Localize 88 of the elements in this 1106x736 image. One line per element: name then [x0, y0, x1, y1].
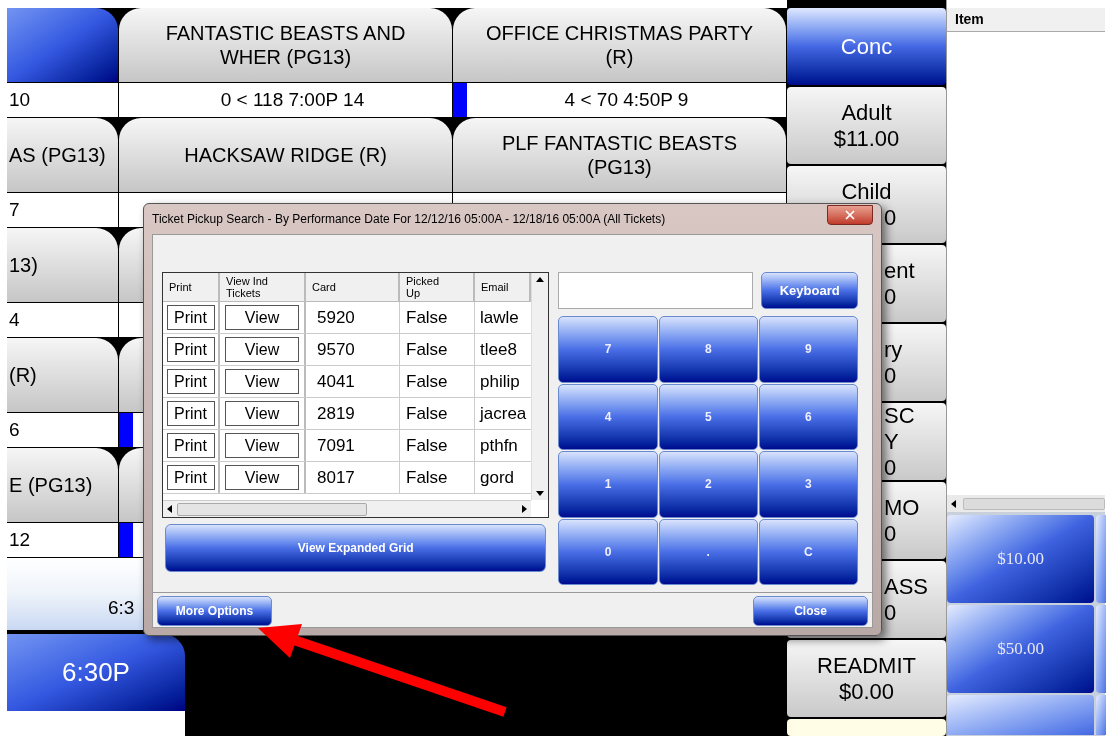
tender-button[interactable]: [1096, 515, 1106, 603]
column-header: Item: [947, 8, 1105, 32]
movie-tile[interactable]: AS (PG13): [7, 118, 118, 192]
showtime-info-cell: 6: [7, 413, 118, 447]
view-button[interactable]: View: [225, 369, 299, 394]
keypad-key[interactable]: C: [758, 518, 858, 585]
column-header[interactable]: Card: [306, 273, 400, 301]
showtime-info-cell: 12: [7, 523, 118, 557]
table-cell-text: lawle: [479, 306, 520, 329]
movie-tile[interactable]: PLF FANTASTIC BEASTS (PG13): [453, 118, 786, 192]
scroll-left-icon[interactable]: [949, 498, 959, 509]
more-options-button[interactable]: More Options: [157, 595, 272, 626]
showtime-info-cell: 4 < 70 4:50P 9: [453, 83, 786, 117]
view-button[interactable]: View: [225, 433, 299, 458]
showtime-label: 6:3: [108, 595, 135, 620]
showtime-info-cell: 10: [7, 83, 118, 117]
print-button[interactable]: Print: [166, 401, 215, 426]
keyboard-button[interactable]: Keyboard: [761, 272, 858, 309]
table-cell: 7091: [306, 430, 400, 461]
print-button[interactable]: Print: [166, 305, 215, 330]
print-button[interactable]: Print: [166, 337, 215, 362]
tender-button[interactable]: $10.00: [947, 515, 1094, 603]
keypad-key[interactable]: 3: [758, 451, 858, 518]
horizontal-scrollbar[interactable]: [947, 495, 1105, 512]
table-cell: False: [400, 302, 475, 333]
keypad-key[interactable]: .: [658, 518, 758, 585]
table-cell-text: jacrea: [478, 402, 528, 425]
keypad-key[interactable]: 1: [558, 451, 658, 518]
tender-button[interactable]: $50.00: [947, 605, 1094, 693]
keypad-key[interactable]: 9: [758, 316, 858, 383]
vertical-scrollbar[interactable]: [531, 273, 549, 500]
search-field[interactable]: [558, 272, 754, 309]
horizontal-scrollbar[interactable]: [163, 500, 532, 517]
showtime-info-cell: 0 < 118 7:00P 14: [119, 83, 452, 117]
tender-button[interactable]: [1096, 605, 1106, 693]
ticket-type-button[interactable]: READMIT $0.00: [787, 640, 946, 717]
ticket-type-button[interactable]: Conc: [787, 8, 946, 85]
showtime-info-cell: 7: [7, 193, 118, 227]
movie-tile[interactable]: FANTASTIC BEASTS AND WHER (PG13): [119, 8, 452, 82]
keypad-key[interactable]: 8: [658, 316, 758, 383]
view-button[interactable]: View: [225, 401, 299, 426]
movie-tile[interactable]: 13): [7, 228, 118, 302]
table-cell: False: [400, 398, 475, 429]
movie-tile[interactable]: [7, 8, 118, 82]
table-cell: 2819: [306, 398, 400, 429]
showtime-info-cell: 4: [7, 303, 118, 337]
print-button[interactable]: Print: [166, 369, 215, 394]
close-icon: [843, 208, 857, 222]
table-cell: 8017: [306, 462, 400, 493]
scroll-up-icon[interactable]: [535, 275, 546, 285]
print-button[interactable]: Print: [166, 433, 215, 458]
table-cell: 9570: [306, 334, 400, 365]
table-cell-text: gord: [479, 466, 516, 489]
keypad-key[interactable]: 0: [558, 518, 658, 585]
print-button[interactable]: Print: [166, 465, 215, 490]
view-expanded-grid-button[interactable]: View Expanded Grid: [165, 524, 547, 572]
view-button[interactable]: View: [225, 465, 299, 490]
movie-tile[interactable]: HACKSAW RIDGE (R): [119, 118, 452, 192]
column-header[interactable]: Print: [163, 273, 220, 301]
movie-tile[interactable]: (R): [7, 338, 118, 412]
table-cell: False: [400, 366, 475, 397]
scroll-left-icon[interactable]: [165, 504, 175, 514]
table-cell: 5920: [306, 302, 400, 333]
keypad-key[interactable]: 2: [658, 451, 758, 518]
column-header[interactable]: Picked Up: [400, 273, 475, 301]
keypad-key[interactable]: 5: [658, 383, 758, 450]
scroll-down-icon[interactable]: [535, 488, 546, 498]
table-cell: False: [400, 462, 475, 493]
showtime-button[interactable]: 6:30P: [7, 634, 185, 711]
movie-tile[interactable]: OFFICE CHRISTMAS PARTY (R): [453, 8, 786, 82]
tender-button[interactable]: [947, 695, 1094, 735]
table-cell-text: philip: [479, 370, 521, 393]
keypad-key[interactable]: 6: [758, 383, 858, 450]
ticket-type-button[interactable]: Adult $11.00: [787, 87, 946, 164]
window-title: Ticket Pickup Search - By Performance Date For 12/12/16 05:00A - 12/18/16 05:00A (All Tickets): [152, 211, 666, 228]
keypad-key[interactable]: 4: [558, 383, 658, 450]
close-button[interactable]: [827, 205, 873, 225]
view-button[interactable]: View: [225, 337, 299, 362]
view-button[interactable]: View: [225, 305, 299, 330]
table-cell-text: pthfn: [479, 434, 519, 457]
table-cell: False: [400, 334, 475, 365]
close-button[interactable]: Close: [753, 595, 868, 626]
column-header[interactable]: View Ind Tickets: [220, 273, 306, 301]
tender-button[interactable]: [1096, 695, 1106, 735]
table-cell: 4041: [306, 366, 400, 397]
table-cell: False: [400, 430, 475, 461]
movie-tile[interactable]: E (PG13): [7, 448, 118, 522]
table-cell-text: tlee8: [479, 338, 518, 361]
